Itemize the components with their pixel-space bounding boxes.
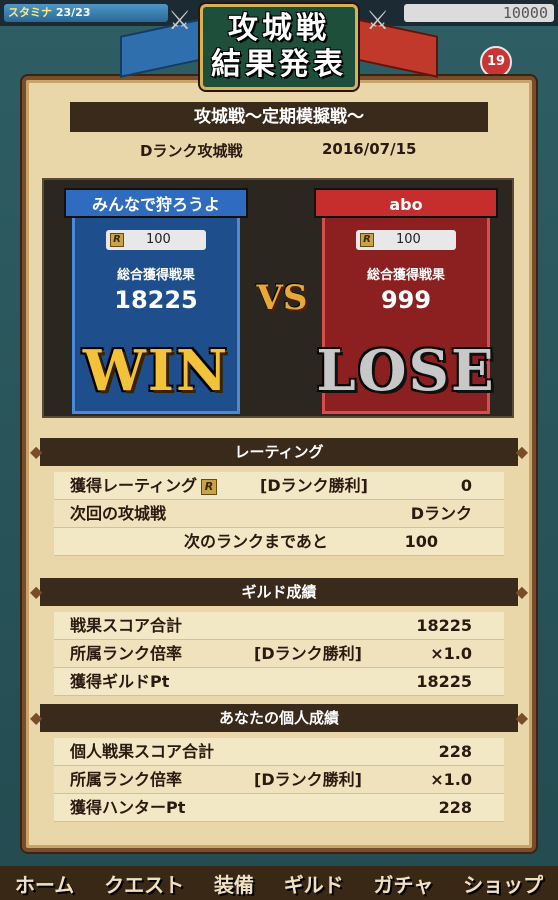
row-tag: [Dランク勝利] bbox=[254, 644, 362, 663]
versus-area: みんなで狩ろうよ R 100 総合獲得戦果 18225 WIN VS abo R… bbox=[42, 178, 514, 418]
lose-label: LOSE bbox=[316, 338, 496, 404]
nav-equip[interactable]: 装備 bbox=[214, 869, 254, 898]
section-title: あなたの個人成績 bbox=[218, 709, 339, 727]
battle-name: 攻城戦〜定期模擬戦〜 bbox=[70, 102, 488, 132]
score-label: 総合獲得戦果 bbox=[366, 268, 445, 283]
rating-icon: R bbox=[360, 233, 374, 247]
nav-quest[interactable]: クエスト bbox=[104, 869, 184, 898]
nav-home[interactable]: ホーム bbox=[15, 869, 74, 898]
row-label: 個人戦果スコア合計 bbox=[70, 742, 215, 761]
row-label: 獲得ギルドPt bbox=[70, 672, 170, 691]
personal-rows: 個人戦果スコア合計 228 所属ランク倍率 [Dランク勝利] ×1.0 獲得ハン… bbox=[54, 738, 504, 822]
table-row: 所属ランク倍率 [Dランク勝利] ×1.0 bbox=[54, 640, 504, 668]
team-rating-value: 100 bbox=[396, 232, 421, 247]
score-label: 総合獲得戦果 bbox=[116, 268, 195, 283]
rating-icon: R bbox=[110, 233, 124, 247]
row-label: 所属ランク倍率 bbox=[70, 644, 183, 663]
notification-badge[interactable]: 19 bbox=[480, 46, 512, 78]
row-value: ×1.0 bbox=[430, 770, 472, 789]
sword-icon: ⚔ bbox=[366, 6, 390, 36]
section-header-rating: ◆ レーティング ◆ bbox=[30, 438, 528, 466]
table-row: 獲得ハンターPt 228 bbox=[54, 794, 504, 822]
team-card-opponent: abo R 100 総合獲得戦果 999 LOSE bbox=[314, 188, 498, 414]
title-line1: 攻城戦 bbox=[228, 11, 330, 46]
team-name: abo bbox=[314, 188, 498, 218]
ornament-icon: ◆ bbox=[30, 582, 43, 601]
section-header-guild: ◆ ギルド成績 ◆ bbox=[30, 578, 528, 606]
ornament-icon: ◆ bbox=[30, 708, 43, 727]
row-value: 18225 bbox=[416, 672, 472, 691]
ornament-icon: ◆ bbox=[515, 442, 528, 461]
table-row: 次のランクまであと 100 bbox=[54, 528, 504, 556]
sword-icon: ⚔ bbox=[168, 6, 192, 36]
table-row: 次回の攻城戦 Dランク bbox=[54, 500, 504, 528]
table-row: 戦果スコア合計 18225 bbox=[54, 612, 504, 640]
table-row: 獲得レーティング R [Dランク勝利] 0 bbox=[54, 472, 504, 500]
stamina-value: 23/23 bbox=[55, 6, 91, 19]
row-label: 次のランクまであと bbox=[184, 532, 328, 551]
row-value: 228 bbox=[438, 798, 472, 817]
currency-display: 10000 bbox=[404, 4, 554, 22]
bottom-nav: ホーム クエスト 装備 ギルド ガチャ ショップ bbox=[0, 866, 558, 900]
section-title: ギルド成績 bbox=[241, 583, 317, 601]
table-row: 獲得ギルドPt 18225 bbox=[54, 668, 504, 696]
row-label: 獲得レーティング R bbox=[70, 472, 218, 500]
nav-guild[interactable]: ギルド bbox=[284, 869, 344, 898]
row-label: 所属ランク倍率 bbox=[70, 770, 183, 789]
page-title: 攻城戦 結果発表 bbox=[200, 4, 358, 90]
battle-meta: Dランク攻城戦 2016/07/15 bbox=[70, 140, 488, 164]
row-tag: [Dランク勝利] bbox=[254, 770, 362, 789]
team-card-own: みんなで狩ろうよ R 100 総合獲得戦果 18225 WIN bbox=[64, 188, 248, 414]
nav-gacha[interactable]: ガチャ bbox=[373, 869, 433, 898]
row-label: 獲得ハンターPt bbox=[70, 798, 186, 817]
team-rating: R 100 bbox=[106, 230, 206, 250]
nav-shop[interactable]: ショップ bbox=[463, 869, 543, 898]
team-score: 999 bbox=[380, 286, 432, 314]
table-row: 個人戦果スコア合計 228 bbox=[54, 738, 504, 766]
row-value: Dランク bbox=[410, 504, 472, 523]
team-rating: R 100 bbox=[356, 230, 456, 250]
row-value: 18225 bbox=[416, 616, 472, 635]
vs-label: VS bbox=[256, 278, 308, 318]
row-value: 228 bbox=[438, 742, 472, 761]
team-name: みんなで狩ろうよ bbox=[64, 188, 248, 218]
ornament-icon: ◆ bbox=[30, 442, 43, 461]
table-row: 所属ランク倍率 [Dランク勝利] ×1.0 bbox=[54, 766, 504, 794]
title-line2: 結果発表 bbox=[211, 47, 347, 82]
row-value: 100 bbox=[404, 532, 438, 551]
battle-date: 2016/07/15 bbox=[322, 140, 417, 158]
row-label: 戦果スコア合計 bbox=[70, 616, 183, 635]
team-rating-value: 100 bbox=[146, 232, 171, 247]
ornament-icon: ◆ bbox=[515, 708, 528, 727]
row-tag: [Dランク勝利] bbox=[260, 476, 368, 495]
stamina-bar: スタミナ 23/23 bbox=[4, 4, 168, 22]
win-label: WIN bbox=[82, 338, 230, 404]
rating-icon: R bbox=[201, 478, 218, 495]
team-score: 18225 bbox=[114, 286, 198, 314]
ornament-icon: ◆ bbox=[515, 582, 528, 601]
row-value: ×1.0 bbox=[430, 644, 472, 663]
battle-rank: Dランク攻城戦 bbox=[140, 142, 243, 160]
section-header-personal: ◆ あなたの個人成績 ◆ bbox=[30, 704, 528, 732]
row-value: 0 bbox=[460, 476, 472, 495]
guild-rows: 戦果スコア合計 18225 所属ランク倍率 [Dランク勝利] ×1.0 獲得ギル… bbox=[54, 612, 504, 696]
row-label: 次回の攻城戦 bbox=[70, 504, 167, 523]
stamina-label: スタミナ bbox=[8, 6, 52, 19]
rating-rows: 獲得レーティング R [Dランク勝利] 0 次回の攻城戦 Dランク 次のランクまで… bbox=[54, 472, 504, 556]
section-title: レーティング bbox=[234, 443, 324, 461]
